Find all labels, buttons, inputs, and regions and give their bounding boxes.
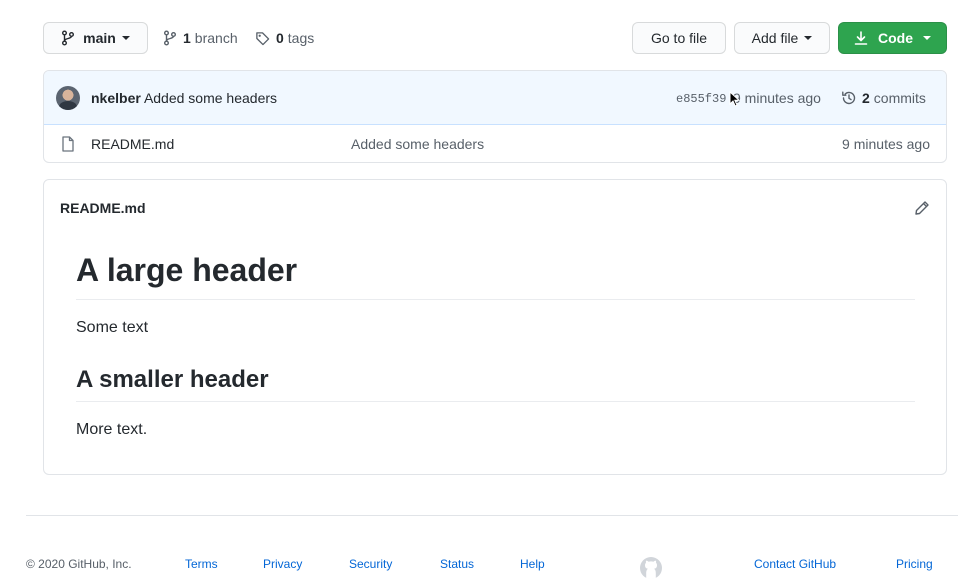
commit-time: 9 minutes ago [733, 90, 821, 106]
footer-link-privacy[interactable]: Privacy [263, 557, 302, 571]
download-icon [854, 30, 868, 46]
footer-link-terms[interactable]: Terms [185, 557, 218, 571]
add-file-button[interactable]: Add file [734, 22, 830, 54]
code-label: Code [878, 30, 913, 46]
mouse-cursor-icon [729, 91, 740, 107]
commit-message-link[interactable]: Added some headers [144, 90, 277, 106]
chevron-down-icon [804, 36, 813, 40]
git-branch-icon [61, 30, 75, 46]
readme-paragraph-1: Some text [76, 319, 149, 336]
file-commit-time: 9 minutes ago [842, 136, 930, 152]
footer-copyright: © 2020 GitHub, Inc. [26, 557, 132, 571]
commit-sha-link[interactable]: e855f39 [676, 92, 726, 106]
list-item: README.md Added some headers 9 minutes a… [44, 125, 946, 162]
footer-link-contact-github[interactable]: Contact GitHub [754, 557, 836, 571]
footer-divider [26, 515, 958, 516]
add-file-label: Add file [751, 30, 799, 46]
go-to-file-button[interactable]: Go to file [632, 22, 726, 54]
latest-commit-bar: nkelber Added some headers e855f39 9 min… [44, 71, 946, 125]
branch-label: branch [194, 30, 238, 46]
footer-link-security[interactable]: Security [349, 557, 392, 571]
branch-count: 1 [183, 30, 191, 46]
commit-summary: nkelber Added some headers [91, 90, 277, 106]
file-commit-message-link[interactable]: Added some headers [351, 136, 484, 152]
commit-count: 2 [862, 90, 870, 106]
file-icon [61, 136, 75, 152]
commits-link[interactable]: 2 commits [841, 90, 926, 106]
commit-author-link[interactable]: nkelber [91, 90, 141, 106]
chevron-down-icon [121, 36, 130, 40]
readme-paragraph-2: More text. [76, 421, 148, 438]
code-button[interactable]: Code [838, 22, 947, 54]
chevron-down-icon [923, 36, 931, 40]
footer-link-pricing[interactable]: Pricing [896, 557, 933, 571]
go-to-file-label: Go to file [650, 30, 708, 46]
git-branch-icon [163, 30, 177, 46]
file-name-link[interactable]: README.md [91, 136, 174, 152]
branch-select-button[interactable]: main [43, 22, 148, 54]
readme-filename: README.md [60, 200, 146, 216]
tags-link[interactable]: 0 tags [255, 22, 314, 54]
github-mark-icon[interactable] [639, 556, 663, 580]
tag-count: 0 [276, 30, 284, 46]
tag-label: tags [287, 30, 315, 46]
file-browser: nkelber Added some headers e855f39 9 min… [43, 70, 947, 163]
heading-divider [76, 401, 915, 402]
pencil-icon[interactable] [914, 200, 930, 216]
history-icon [841, 90, 857, 106]
branches-link[interactable]: 1 branch [163, 22, 238, 54]
commit-count-label: commits [873, 90, 926, 106]
heading-divider [76, 299, 915, 300]
readme-heading-1: A large header [76, 252, 298, 288]
branch-select-label: main [83, 30, 116, 46]
tag-icon [255, 31, 270, 46]
readme-panel: README.md A large header Some text A sma… [43, 179, 947, 475]
avatar[interactable] [56, 86, 80, 110]
footer-link-help[interactable]: Help [520, 557, 545, 571]
footer-link-status[interactable]: Status [440, 557, 474, 571]
readme-heading-2: A smaller header [76, 366, 269, 393]
